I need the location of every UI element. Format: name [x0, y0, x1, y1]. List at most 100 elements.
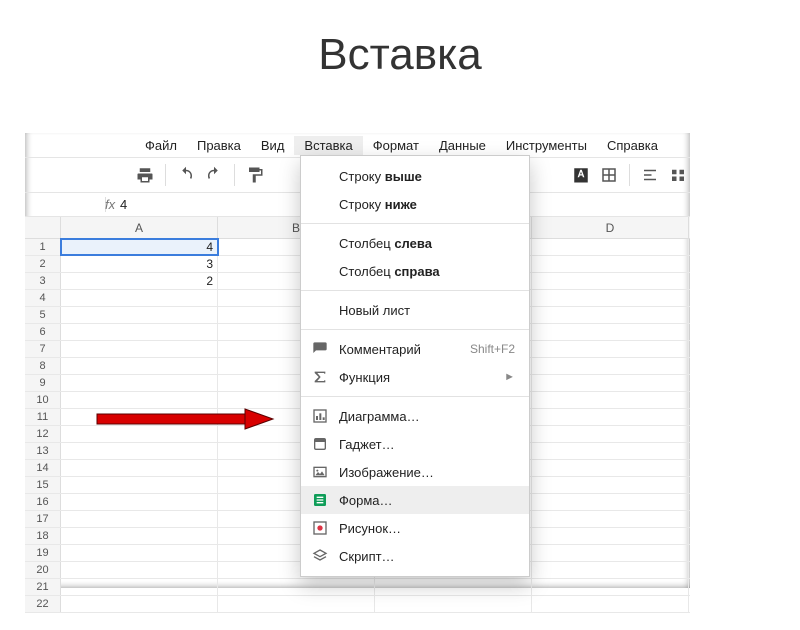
formula-value[interactable]: 4 — [106, 197, 127, 212]
cell-d1[interactable] — [532, 239, 689, 255]
cell-d11[interactable] — [532, 409, 689, 425]
insert-menu-item[interactable]: КомментарийShift+F2 — [301, 335, 529, 363]
row-header[interactable]: 4 — [25, 290, 61, 306]
select-all-corner[interactable] — [25, 217, 61, 238]
cell-d3[interactable] — [532, 273, 689, 289]
cell-d10[interactable] — [532, 392, 689, 408]
cell-d13[interactable] — [532, 443, 689, 459]
cell-d22[interactable] — [532, 596, 689, 612]
cell-a19[interactable] — [61, 545, 218, 561]
insert-menu-item[interactable]: Столбец справа — [301, 257, 529, 285]
cell-b21[interactable] — [218, 579, 375, 595]
row-header[interactable]: 5 — [25, 307, 61, 323]
insert-menu-item[interactable]: Скрипт… — [301, 542, 529, 570]
cell-a3[interactable]: 2 — [61, 273, 218, 289]
row-header[interactable]: 2 — [25, 256, 61, 272]
print-button[interactable] — [133, 163, 157, 187]
menu-view[interactable]: Вид — [251, 136, 295, 155]
borders-button[interactable] — [597, 163, 621, 187]
row-header[interactable]: 1 — [25, 239, 61, 255]
insert-menu-item[interactable]: Новый лист — [301, 296, 529, 324]
cell-a2[interactable]: 3 — [61, 256, 218, 272]
insert-menu-item[interactable]: Рисунок… — [301, 514, 529, 542]
menu-tools[interactable]: Инструменты — [496, 136, 597, 155]
more-button[interactable] — [666, 163, 690, 187]
menu-data[interactable]: Данные — [429, 136, 496, 155]
row-header[interactable]: 15 — [25, 477, 61, 493]
cell-b22[interactable] — [218, 596, 375, 612]
row-header[interactable]: 12 — [25, 426, 61, 442]
insert-menu-item[interactable]: Форма… — [301, 486, 529, 514]
menu-file[interactable]: Файл — [135, 136, 187, 155]
cell-d9[interactable] — [532, 375, 689, 391]
row-header[interactable]: 14 — [25, 460, 61, 476]
row-header[interactable]: 18 — [25, 528, 61, 544]
cell-a18[interactable] — [61, 528, 218, 544]
insert-menu-item[interactable]: Диаграмма… — [301, 402, 529, 430]
cell-a1[interactable]: 4 — [61, 239, 218, 255]
row-header[interactable]: 13 — [25, 443, 61, 459]
row-header[interactable]: 22 — [25, 596, 61, 612]
cell-a8[interactable] — [61, 358, 218, 374]
redo-button[interactable] — [202, 163, 226, 187]
cell-d5[interactable] — [532, 307, 689, 323]
cell-a9[interactable] — [61, 375, 218, 391]
cell-a21[interactable] — [61, 579, 218, 595]
row-header[interactable]: 17 — [25, 511, 61, 527]
cell-d8[interactable] — [532, 358, 689, 374]
column-header-a[interactable]: A — [61, 217, 218, 238]
cell-d4[interactable] — [532, 290, 689, 306]
menu-format[interactable]: Формат — [363, 136, 429, 155]
cell-d7[interactable] — [532, 341, 689, 357]
cell-a20[interactable] — [61, 562, 218, 578]
row-header[interactable]: 11 — [25, 409, 61, 425]
cell-a7[interactable] — [61, 341, 218, 357]
cell-d6[interactable] — [532, 324, 689, 340]
insert-menu-item[interactable]: Столбец слева — [301, 229, 529, 257]
row-header[interactable]: 19 — [25, 545, 61, 561]
cell-d20[interactable] — [532, 562, 689, 578]
column-header-d[interactable]: D — [532, 217, 689, 238]
menu-edit[interactable]: Правка — [187, 136, 251, 155]
cell-a16[interactable] — [61, 494, 218, 510]
cell-d19[interactable] — [532, 545, 689, 561]
cell-d18[interactable] — [532, 528, 689, 544]
cell-a13[interactable] — [61, 443, 218, 459]
insert-menu-item[interactable]: Строку ниже — [301, 190, 529, 218]
cell-c22[interactable] — [375, 596, 532, 612]
text-color-button[interactable] — [569, 163, 593, 187]
insert-menu-item[interactable]: Строку выше — [301, 162, 529, 190]
menu-insert[interactable]: Вставка — [294, 136, 362, 155]
cell-d17[interactable] — [532, 511, 689, 527]
row-header[interactable]: 16 — [25, 494, 61, 510]
cell-d16[interactable] — [532, 494, 689, 510]
cell-d2[interactable] — [532, 256, 689, 272]
row-header[interactable]: 6 — [25, 324, 61, 340]
cell-d21[interactable] — [532, 579, 689, 595]
cell-a5[interactable] — [61, 307, 218, 323]
insert-menu-item[interactable]: Функция► — [301, 363, 529, 391]
cell-a4[interactable] — [61, 290, 218, 306]
menu-help[interactable]: Справка — [597, 136, 668, 155]
cell-a6[interactable] — [61, 324, 218, 340]
cell-c21[interactable] — [375, 579, 532, 595]
cell-a15[interactable] — [61, 477, 218, 493]
cell-d14[interactable] — [532, 460, 689, 476]
row-header[interactable]: 8 — [25, 358, 61, 374]
undo-button[interactable] — [174, 163, 198, 187]
cell-a22[interactable] — [61, 596, 218, 612]
align-button[interactable] — [638, 163, 662, 187]
insert-menu-item[interactable]: Изображение… — [301, 458, 529, 486]
row-header[interactable]: 9 — [25, 375, 61, 391]
cell-d12[interactable] — [532, 426, 689, 442]
insert-menu-item[interactable]: Гаджет… — [301, 430, 529, 458]
row-header[interactable]: 20 — [25, 562, 61, 578]
cell-d15[interactable] — [532, 477, 689, 493]
paint-format-button[interactable] — [243, 163, 267, 187]
row-header[interactable]: 10 — [25, 392, 61, 408]
row-header[interactable]: 3 — [25, 273, 61, 289]
row-header[interactable]: 21 — [25, 579, 61, 595]
cell-a14[interactable] — [61, 460, 218, 476]
cell-a17[interactable] — [61, 511, 218, 527]
row-header[interactable]: 7 — [25, 341, 61, 357]
